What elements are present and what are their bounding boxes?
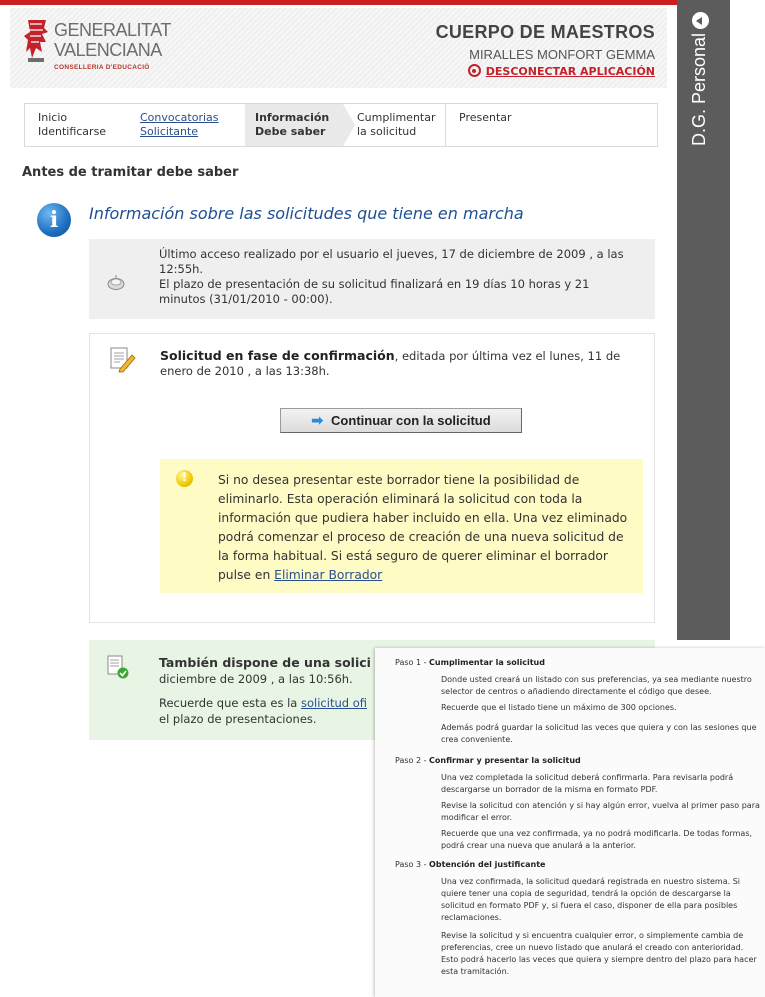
step-informacion: Información Debe saber <box>245 104 355 146</box>
step1-title: Cumplimentar la solicitud <box>429 658 545 667</box>
warning-text: Si no desea presentar este borrador tien… <box>218 471 630 585</box>
edit-document-icon <box>110 347 136 373</box>
top-red-bar <box>0 0 677 5</box>
header: GENERALITAT VALENCIANA CONSELLERIA D'EDU… <box>10 8 667 88</box>
step3-title: Obtención del justificante <box>429 860 546 869</box>
section-title: Antes de tramitar debe saber <box>22 165 239 180</box>
step1-prefix: Paso 1 - <box>395 658 430 667</box>
info-icon: i <box>37 203 71 237</box>
logo-line1: GENERALITAT <box>54 20 171 40</box>
tooltip-step2-heading: Paso 2 - Confirmar y presentar la solici… <box>395 756 581 765</box>
draft-box: Solicitud en fase de confirmación, edita… <box>89 333 655 623</box>
logo-text: GENERALITAT VALENCIANA CONSELLERIA D'EDU… <box>54 20 171 71</box>
step-informacion-line2: Debe saber <box>255 125 326 138</box>
note-before: Recuerde que esta es la <box>159 696 302 710</box>
step3-prefix: Paso 3 - <box>395 860 430 869</box>
step2-title: Confirmar y presentar la solicitud <box>429 756 581 765</box>
deadline-line: El plazo de presentación de su solicitud… <box>159 277 590 306</box>
generalitat-logo: GENERALITAT VALENCIANA CONSELLERIA D'EDU… <box>24 18 171 80</box>
tooltip-step1-para2: Recuerde que el listado tiene un máximo … <box>441 703 677 712</box>
sidebar: D.G. Personal <box>677 0 730 640</box>
continue-button[interactable]: ➡ Continuar con la solicitud <box>280 408 522 433</box>
official-application-link[interactable]: solicitud ofi <box>301 696 367 710</box>
tooltip-step2-para1: Una vez completada la solicitud deberá c… <box>441 773 734 794</box>
continue-button-label[interactable]: Continuar con la solicitud <box>331 413 491 428</box>
warning-icon: ! <box>176 470 193 487</box>
mouse-icon <box>107 275 125 290</box>
last-access-text: Último acceso realizado por el usuario e… <box>159 247 639 307</box>
step-presentar-line1: Presentar <box>459 111 512 124</box>
note-after: el plazo de presentaciones. <box>159 712 317 726</box>
step-convocatorias-line1[interactable]: Convocatorias <box>140 111 245 125</box>
step-cumplimentar-line1: Cumplimentar <box>357 111 436 124</box>
logo-line3: CONSELLERIA D'EDUCACIÓ <box>54 64 150 71</box>
collapse-icon[interactable] <box>692 12 709 29</box>
sidebar-label: D.G. Personal <box>689 32 709 146</box>
step-convocatorias-line2[interactable]: Solicitante <box>140 125 245 139</box>
warning-box: ! Si no desea presentar este borrador ti… <box>160 459 643 593</box>
step-informacion-line1: Información <box>255 111 330 124</box>
power-icon[interactable] <box>467 64 481 77</box>
help-tooltip: Paso 1 - Cumplimentar la solicitud Donde… <box>375 648 765 997</box>
step-inicio-line1: Inicio <box>38 111 68 124</box>
tooltip-step1-para3: Además podrá guardar la solicitud las ve… <box>441 723 757 744</box>
step-cumplimentar: Cumplimentar la solicitud <box>357 104 457 146</box>
last-access-line: Último acceso realizado por el usuario e… <box>159 247 624 276</box>
last-access-box: Último acceso realizado por el usuario e… <box>89 239 655 319</box>
coat-of-arms-icon <box>24 20 48 62</box>
info-heading: Información sobre las solicitudes que ti… <box>89 204 524 223</box>
document-check-icon <box>107 655 129 679</box>
tooltip-step1-heading: Paso 1 - Cumplimentar la solicitud <box>395 658 545 667</box>
tooltip-step2-para3: Recuerde que una vez confirmada, ya no p… <box>441 829 753 850</box>
main-page: GENERALITAT VALENCIANA CONSELLERIA D'EDU… <box>0 0 677 750</box>
steps-breadcrumb: Inicio Identificarse Convocatorias Solic… <box>24 103 658 147</box>
page-title: CUERPO DE MAESTROS <box>435 22 655 42</box>
step-presentar: Presentar <box>445 104 565 146</box>
step2-prefix: Paso 2 - <box>395 756 430 765</box>
tooltip-step2-para2: Revise la solicitud con atención y si ha… <box>441 801 760 822</box>
arrow-right-icon: ➡ <box>311 412 324 428</box>
tooltip-step3-para1: Una vez confirmada, la solicitud quedará… <box>441 877 740 922</box>
logo-line2: VALENCIANA <box>54 40 162 60</box>
draft-title: Solicitud en fase de confirmación <box>160 348 395 363</box>
header-right: CUERPO DE MAESTROS MIRALLES MONFORT GEMM… <box>436 22 655 78</box>
tooltip-step3-para2: Revise la solicitud y si encuentra cualq… <box>441 931 757 976</box>
logout-link-wrap: DESCONECTAR APLICACIÓN <box>436 64 655 78</box>
tooltip-step3-heading: Paso 3 - Obtención del justificante <box>395 860 545 869</box>
draft-text: Solicitud en fase de confirmación, edita… <box>160 348 640 379</box>
step-inicio-line2: Identificarse <box>38 125 107 138</box>
tooltip-step1-para1: Donde usted creará un listado con sus pr… <box>441 675 752 696</box>
logout-link[interactable]: DESCONECTAR APLICACIÓN <box>486 65 655 78</box>
delete-draft-link[interactable]: Eliminar Borrador <box>274 568 382 582</box>
step-convocatorias[interactable]: Convocatorias Solicitante <box>127 104 245 146</box>
other-application-title: También dispone de una solici <box>159 655 371 670</box>
step-cumplimentar-line2: la solicitud <box>357 125 417 138</box>
step-inicio: Inicio Identificarse <box>25 104 127 146</box>
user-name: MIRALLES MONFORT GEMMA <box>469 47 655 62</box>
warning-body: Si no desea presentar este borrador tien… <box>218 473 628 582</box>
